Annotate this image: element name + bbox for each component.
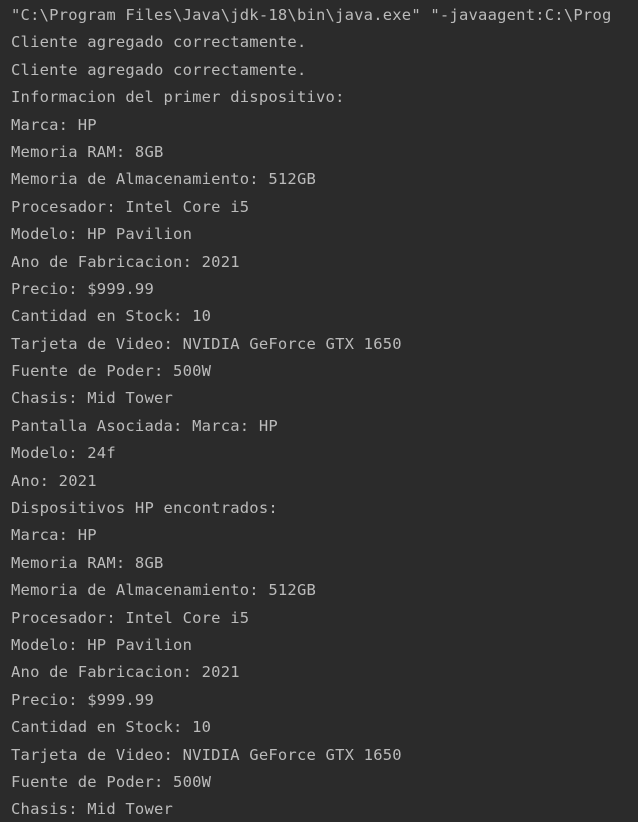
console-output-line: Modelo: HP Pavilion bbox=[11, 635, 193, 654]
console-output-line: Chasis: Mid Tower bbox=[11, 389, 174, 408]
console-output-line: Cliente agregado correctamente. bbox=[11, 60, 307, 79]
console-output-line: Cantidad en Stock: 10 bbox=[11, 718, 212, 737]
console-output-line: Memoria de Almacenamiento: 512GB bbox=[11, 170, 317, 189]
console-output-line: Modelo: HP Pavilion bbox=[11, 225, 193, 244]
console-output-line: Cantidad en Stock: 10 bbox=[11, 307, 212, 326]
console-output-line: Ano de Fabricacion: 2021 bbox=[11, 252, 240, 271]
console-output-line: Tarjeta de Video: NVIDIA GeForce GTX 165… bbox=[11, 334, 402, 353]
console-output-line: Procesador: Intel Core i5 bbox=[11, 608, 250, 627]
console-output-line: Tarjeta de Video: NVIDIA GeForce GTX 165… bbox=[11, 745, 402, 764]
console-output-line: Marca: HP bbox=[11, 115, 97, 134]
console-output-line: Pantalla Asociada: Marca: HP bbox=[11, 416, 278, 435]
console-output-line: Procesador: Intel Core i5 bbox=[11, 197, 250, 216]
console-command-line: "C:\Program Files\Java\jdk-18\bin\java.e… bbox=[11, 6, 612, 24]
console-output-line: Ano de Fabricacion: 2021 bbox=[11, 663, 240, 682]
console-output-line: Fuente de Poder: 500W bbox=[11, 772, 212, 791]
console-output-line: Cliente agregado correctamente. bbox=[11, 33, 307, 52]
console-output-line: Fuente de Poder: 500W bbox=[11, 362, 212, 381]
console-output-line: Memoria RAM: 8GB bbox=[11, 553, 164, 572]
console-output-line: Modelo: 24f bbox=[11, 444, 116, 463]
console-output-line: Ano: 2021 bbox=[11, 471, 97, 490]
console-output-line: Dispositivos HP encontrados: bbox=[11, 499, 278, 518]
run-console-output[interactable]: "C:\Program Files\Java\jdk-18\bin\java.e… bbox=[0, 0, 638, 822]
console-output-line: Precio: $999.99 bbox=[11, 690, 154, 709]
console-output-line: Memoria RAM: 8GB bbox=[11, 142, 164, 161]
console-output-line: Chasis: Mid Tower bbox=[11, 800, 174, 819]
console-output-line: Marca: HP bbox=[11, 526, 97, 545]
console-output-line: Informacion del primer dispositivo: bbox=[11, 88, 345, 107]
console-lines: "C:\Program Files\Java\jdk-18\bin\java.e… bbox=[11, 2, 612, 822]
console-output-line: Precio: $999.99 bbox=[11, 279, 154, 298]
console-output-line: Memoria de Almacenamiento: 512GB bbox=[11, 581, 317, 600]
